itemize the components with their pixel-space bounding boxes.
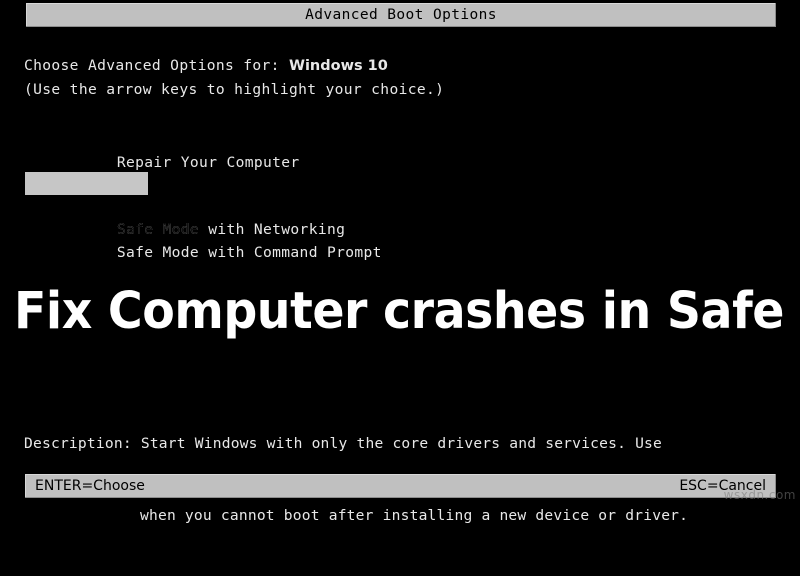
menu-item-label: Safe Mode with Command Prompt (116, 244, 382, 261)
boot-options-menu: Repair Your Computer Safe Mode Safe Mode… (0, 128, 800, 261)
status-bar: ENTER=Choose ESC=Cancel (25, 474, 776, 498)
os-version-label: Windows 10 (288, 58, 388, 74)
menu-item-label: Safe Mode (116, 221, 200, 238)
selection-highlight (25, 172, 148, 195)
arrow-keys-hint: (Use the arrow keys to highlight your ch… (24, 81, 445, 98)
status-esc-cancel[interactable]: ESC=Cancel (679, 478, 766, 494)
description-line-1: Start Windows with only the core drivers… (140, 435, 663, 452)
page-title: Advanced Boot Options (305, 7, 497, 23)
choose-options-label: Choose Advanced Options for: (24, 57, 289, 74)
overlay-headline: Fix Computer crashes in Safe Mode (14, 282, 800, 341)
bios-boot-screen: Advanced Boot Options Choose Advanced Op… (0, 0, 800, 524)
description-label: Description: (24, 435, 141, 452)
menu-item-safe-mode-with-networking[interactable]: Safe Mode with Networking (0, 195, 800, 238)
menu-item-safe-mode[interactable]: Safe Mode (0, 172, 800, 238)
description-line-2: when you cannot boot after installing a … (140, 507, 689, 524)
window-title-bar: Advanced Boot Options (26, 3, 776, 27)
menu-item-repair-your-computer[interactable]: Repair Your Computer (0, 128, 800, 171)
menu-item-label: Repair Your Computer (116, 154, 300, 171)
choose-options-line: Choose Advanced Options for: Windows 10 (24, 57, 388, 75)
status-enter-choose[interactable]: ENTER=Choose (35, 478, 145, 494)
